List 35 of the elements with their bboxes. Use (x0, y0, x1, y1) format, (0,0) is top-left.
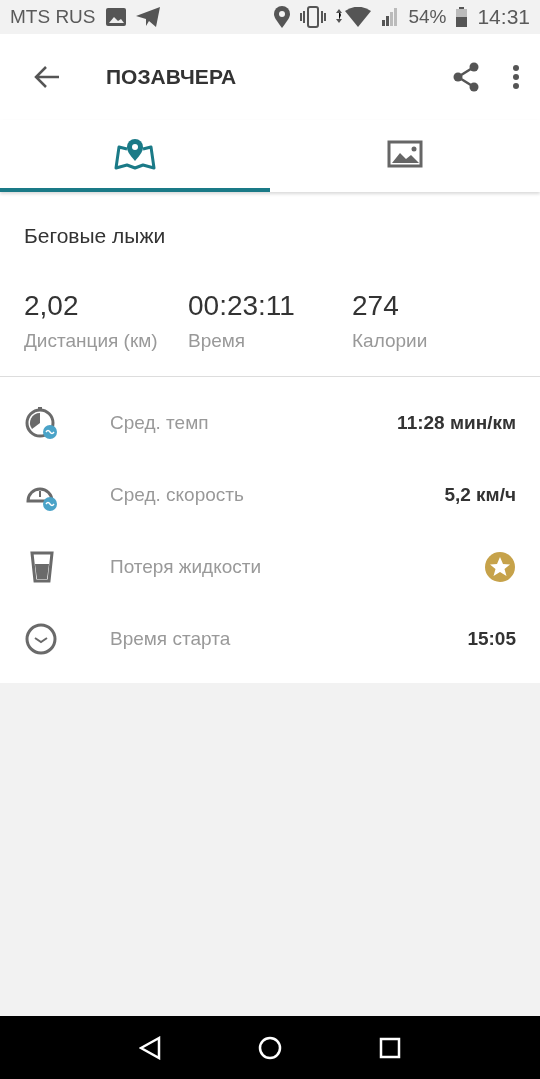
recents-nav-icon[interactable] (379, 1036, 402, 1059)
image-icon (387, 140, 423, 168)
vibrate-icon (300, 6, 327, 28)
carrier-name: MTS RUS (10, 6, 96, 28)
home-nav-icon[interactable] (258, 1035, 282, 1060)
paper-plane-icon (135, 7, 160, 27)
battery-icon (456, 7, 468, 27)
detail-label: Потеря жидкости (110, 556, 263, 578)
stat-value: 00:23:11 (188, 290, 296, 322)
image-icon (105, 8, 126, 26)
detail-label: Сред. скорость (110, 484, 245, 506)
detail-value: 15:05 (467, 628, 516, 650)
screen-title: ПОЗАВЧЕРА (106, 65, 238, 89)
stat-label: Дистанция (км) (24, 330, 159, 352)
stat-label: Время (188, 330, 247, 352)
more-icon (512, 64, 520, 90)
detail-label: Время старта (110, 628, 232, 650)
map-pin-icon (114, 137, 156, 171)
star-badge-icon[interactable] (484, 551, 516, 583)
back-arrow-icon (34, 65, 60, 89)
detail-value: 5,2 км/ч (444, 484, 516, 506)
battery-percent: 54% (408, 6, 447, 28)
back-nav-icon[interactable] (138, 1035, 161, 1060)
signal-icon (382, 8, 399, 26)
detail-value: 11:28 мин/км (397, 412, 516, 434)
share-icon (452, 62, 480, 92)
detail-label: Сред. темп (110, 412, 210, 434)
clock-time: 14:31 (477, 5, 530, 29)
location-icon (274, 6, 291, 28)
stopwatch-icon (24, 405, 60, 441)
activity-type: Беговые лыжи (23, 223, 167, 248)
stat-value: 274 (352, 290, 400, 322)
wifi-icon (336, 7, 373, 27)
stat-value: 2,02 (24, 290, 80, 322)
stat-label: Калории (352, 330, 429, 352)
